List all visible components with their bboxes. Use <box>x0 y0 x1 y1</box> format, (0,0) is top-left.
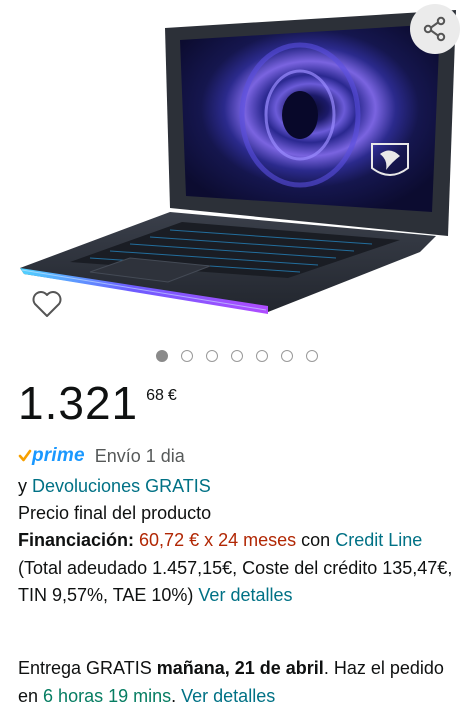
image-carousel-indicator <box>0 350 475 362</box>
prime-logo-text: prime <box>32 445 85 466</box>
carousel-dot[interactable] <box>306 350 318 362</box>
carousel-dot[interactable] <box>256 350 268 362</box>
wishlist-button[interactable] <box>28 286 66 322</box>
financing-info: Financiación: 60,72 € x 24 meses con Cre… <box>18 527 458 610</box>
shipping-speed: Envío 1 dia <box>94 446 185 466</box>
free-returns-link[interactable]: Devoluciones GRATIS <box>32 476 211 496</box>
share-button[interactable] <box>410 4 460 54</box>
delivery-details-link[interactable]: Ver detalles <box>181 686 275 706</box>
heart-icon <box>32 291 62 317</box>
prime-logo: prime <box>18 444 85 468</box>
price-fraction: 68 <box>146 387 164 404</box>
returns-prefix: y <box>18 476 27 496</box>
delivery-date: mañana, 21 de abril <box>156 658 324 678</box>
prime-shipping-row: prime Envío 1 dia <box>18 444 185 468</box>
final-price-note: Precio final del producto <box>18 503 212 523</box>
share-icon <box>423 16 446 42</box>
carousel-dot[interactable] <box>156 350 168 362</box>
product-image[interactable] <box>0 0 475 340</box>
financing-details-link[interactable]: Ver detalles <box>198 585 292 605</box>
carousel-dot[interactable] <box>231 350 243 362</box>
carousel-dot[interactable] <box>281 350 293 362</box>
laptop-illustration <box>20 10 456 314</box>
returns-row: y Devoluciones GRATIS <box>18 474 211 498</box>
delivery-countdown: 6 horas 19 mins <box>43 685 172 706</box>
price-whole: 1.321 <box>18 377 139 429</box>
price-currency: € <box>167 387 177 404</box>
financing-label: Financiación: <box>18 530 135 550</box>
credit-line-link[interactable]: Credit Line <box>335 530 422 550</box>
price: 1.321 68 € <box>18 378 177 432</box>
checkmark-icon <box>18 449 32 462</box>
financing-amount: 60,72 € x 24 meses <box>139 530 297 550</box>
delivery-info: Entrega GRATIS mañana, 21 de abril. Haz … <box>18 658 444 706</box>
delivery-prefix: Entrega GRATIS <box>18 658 152 678</box>
financing-with: con <box>301 530 331 550</box>
carousel-dot[interactable] <box>181 350 193 362</box>
carousel-dot[interactable] <box>206 350 218 362</box>
